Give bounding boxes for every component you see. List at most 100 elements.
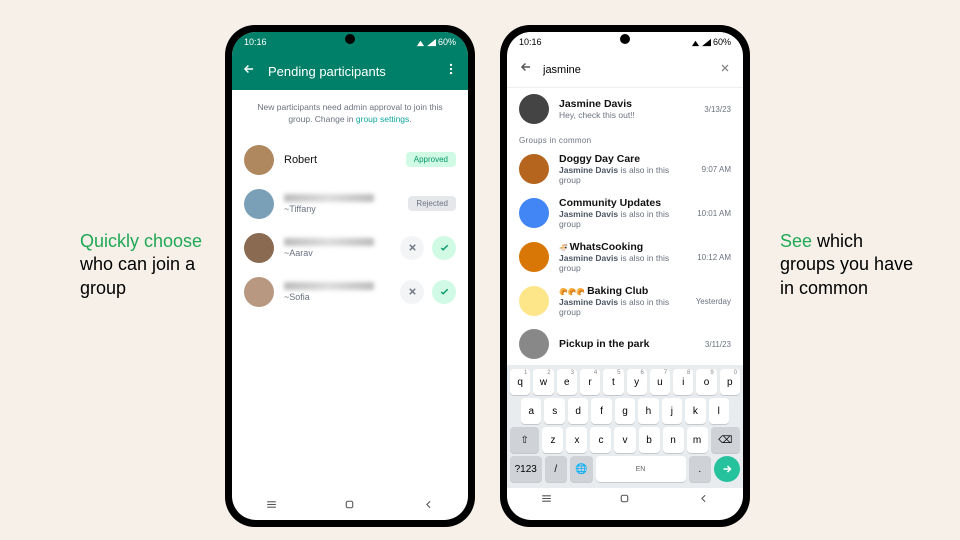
redacted-number [284,194,374,202]
notice-banner: New participants need admin approval to … [232,90,468,138]
participant-row[interactable]: ~Sofia [232,270,468,314]
group-time: Yesterday [696,297,731,306]
key-space[interactable]: EN [596,456,686,482]
approve-button[interactable] [432,280,456,304]
key-p[interactable]: p0 [720,369,740,395]
key-r[interactable]: r4 [580,369,600,395]
section-header: Groups in common [507,130,743,147]
camera-cutout [345,34,355,44]
avatar [519,94,549,124]
key-n[interactable]: n [663,427,684,453]
avatar [519,329,549,359]
key-x[interactable]: x [566,427,587,453]
key-s[interactable]: s [544,398,564,424]
key-l[interactable]: l [709,398,729,424]
key-o[interactable]: o9 [696,369,716,395]
system-nav [507,488,743,514]
key-t[interactable]: t5 [603,369,623,395]
key-b[interactable]: b [639,427,660,453]
group-time: 3/11/23 [705,340,731,349]
avatar [519,198,549,228]
search-bar [507,52,743,88]
participant-row[interactable]: ~TiffanyRejected [232,182,468,226]
key-j[interactable]: j [662,398,682,424]
back-nav-icon[interactable] [422,498,435,516]
group-time: 9:07 AM [702,165,731,174]
recents-icon[interactable] [265,498,278,516]
participant-row[interactable]: Robert Approved [232,138,468,182]
group-row[interactable]: 🥐🥐🥐 Baking ClubJasmine Davis is also in … [507,279,743,323]
recents-icon[interactable] [540,492,553,510]
key-m[interactable]: m [687,427,708,453]
key-w[interactable]: w2 [533,369,553,395]
key-i[interactable]: i8 [673,369,693,395]
key-d[interactable]: d [568,398,588,424]
group-time: 10:01 AM [697,209,731,218]
home-icon[interactable] [343,498,356,516]
back-nav-icon[interactable] [697,492,710,510]
key-globe[interactable]: 🌐 [570,456,593,482]
group-settings-link[interactable]: group settings [356,114,409,124]
search-input[interactable] [543,64,709,76]
participant-handle: ~Sofia [284,292,390,302]
key-y[interactable]: y6 [627,369,647,395]
group-row[interactable]: Pickup in the park 3/11/23 [507,323,743,365]
group-time: 10:12 AM [697,253,731,262]
key-g[interactable]: g [615,398,635,424]
avatar [519,242,549,272]
app-bar: Pending participants [232,52,468,90]
key-shift[interactable]: ⇧ [510,427,539,453]
camera-cutout [620,34,630,44]
keyboard: q1w2e3r4t5y6u7i8o9p0 asdfghjkl ⇧zxcvbnm⌫… [507,365,743,488]
caption-right: See which groups you have in common [780,230,920,300]
key-f[interactable]: f [591,398,611,424]
more-icon[interactable] [444,62,458,81]
home-icon[interactable] [618,492,631,510]
key-c[interactable]: c [590,427,611,453]
participant-row[interactable]: ~Aarav [232,226,468,270]
system-nav [232,494,468,520]
key-e[interactable]: e3 [557,369,577,395]
clear-icon[interactable] [719,61,731,79]
key-slash[interactable]: / [545,456,568,482]
key-enter[interactable] [714,456,740,482]
key-backspace[interactable]: ⌫ [711,427,740,453]
key-a[interactable]: a [521,398,541,424]
phone-right: 10:16 60% Jasmine Davis Hey, check this [500,25,750,527]
back-icon[interactable] [519,60,533,79]
key-h[interactable]: h [638,398,658,424]
reject-button[interactable] [400,280,424,304]
key-u[interactable]: u7 [650,369,670,395]
contact-name: Jasmine Davis [559,98,694,110]
group-row[interactable]: Community UpdatesJasmine Davis is also i… [507,191,743,235]
avatar [244,277,274,307]
key-period[interactable]: . [689,456,712,482]
key-v[interactable]: v [614,427,635,453]
group-subtext: Jasmine Davis is also in this group [559,253,687,273]
reject-button[interactable] [400,236,424,260]
avatar [244,233,274,263]
phone-left: 10:16 60% Pending participants New parti… [225,25,475,527]
approve-button[interactable] [432,236,456,260]
group-row[interactable]: Doggy Day CareJasmine Davis is also in t… [507,147,743,191]
key-symbols[interactable]: ?123 [510,456,542,482]
group-row[interactable]: 🍜 WhatsCookingJasmine Davis is also in t… [507,235,743,279]
back-icon[interactable] [242,62,256,81]
group-name: Doggy Day Care [559,153,692,165]
participant-name: Robert [284,154,396,166]
avatar [244,145,274,175]
contact-time: 3/13/23 [704,105,731,114]
key-k[interactable]: k [685,398,705,424]
status-icons: 60% [691,37,731,47]
key-z[interactable]: z [542,427,563,453]
group-name: Pickup in the park [559,338,695,350]
contact-row[interactable]: Jasmine Davis Hey, check this out!! 3/13… [507,88,743,130]
status-time: 10:16 [519,37,542,47]
status-approved: Approved [406,152,456,167]
group-subtext: Jasmine Davis is also in this group [559,209,687,229]
avatar [244,189,274,219]
redacted-number [284,238,374,246]
caption-left: Quickly choose who can join a group [80,230,220,300]
key-q[interactable]: q1 [510,369,530,395]
page-title: Pending participants [268,64,432,79]
